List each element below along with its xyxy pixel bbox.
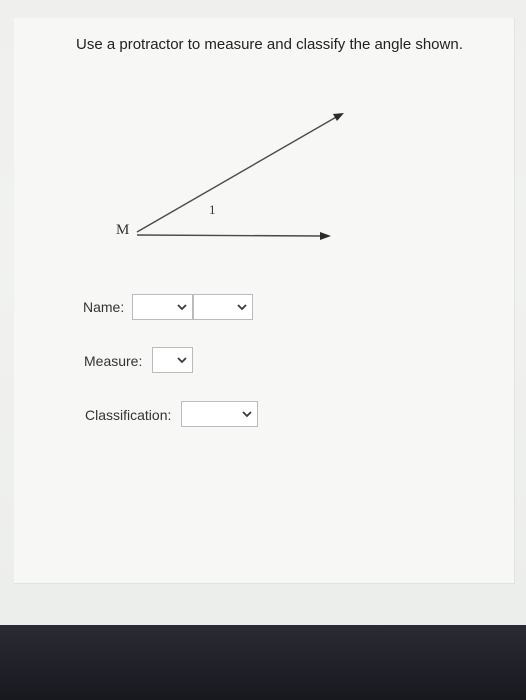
ray-upper-arrowhead bbox=[333, 113, 344, 121]
classification-label: Classification: bbox=[85, 407, 172, 423]
ray-lower-arrowhead bbox=[320, 232, 331, 240]
chevron-down-icon bbox=[177, 304, 187, 311]
vertex-label: M bbox=[116, 222, 129, 238]
name-label: Name: bbox=[83, 299, 125, 315]
classification-select[interactable] bbox=[181, 401, 258, 427]
chevron-down-icon bbox=[237, 304, 247, 311]
screen: Use a protractor to measure and classify… bbox=[0, 0, 526, 625]
angle-diagram: M 1 bbox=[116, 113, 344, 240]
name-select-second[interactable] bbox=[193, 294, 253, 320]
angle-label: 1 bbox=[209, 202, 216, 217]
ray-lower bbox=[136, 234, 323, 237]
chevron-down-icon bbox=[242, 411, 252, 418]
chevron-down-icon bbox=[177, 357, 187, 364]
name-select-first[interactable] bbox=[132, 294, 193, 320]
ray-upper bbox=[136, 115, 339, 233]
monitor-bezel bbox=[0, 625, 526, 700]
measure-select[interactable] bbox=[152, 347, 193, 373]
measure-label: Measure: bbox=[84, 353, 143, 369]
